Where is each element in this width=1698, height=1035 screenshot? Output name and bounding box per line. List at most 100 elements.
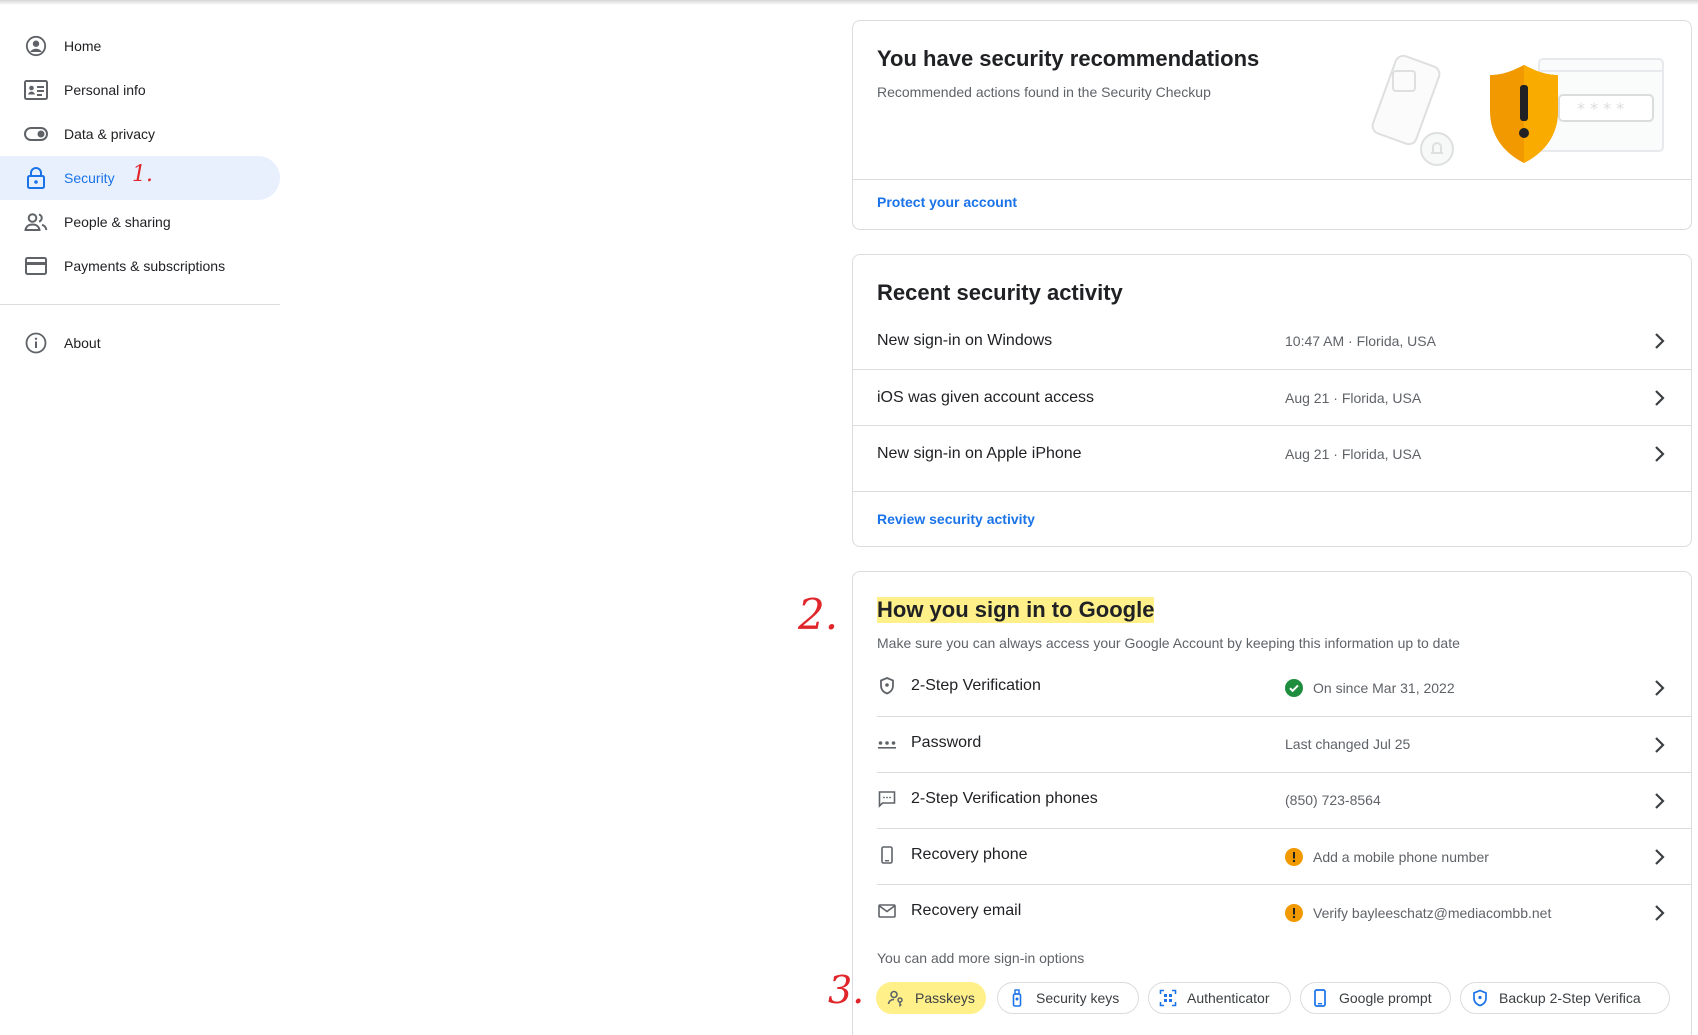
activity-row-value: Aug 21 · Florida, USA (1285, 389, 1422, 406)
recommendations-title: You have security recommendations (877, 46, 1260, 71)
toggle-icon (24, 122, 48, 146)
card-divider (853, 179, 1691, 180)
activity-row-value: 10:47 AM · Florida, USA (1285, 333, 1436, 349)
message-icon (878, 791, 896, 808)
sign-in-methods-card: How you sign in to Google Make sure you … (852, 571, 1692, 1035)
shield-icon (1471, 989, 1489, 1007)
top-border (0, 0, 1698, 5)
card-divider (853, 491, 1691, 492)
mail-icon (878, 904, 896, 918)
chevron-right-icon (1655, 333, 1665, 349)
warning-icon (1285, 904, 1303, 922)
annotation-three: 3. (828, 968, 865, 1012)
signin-row-recovery-email[interactable]: Recovery email Verify bayleeschatz@media… (877, 884, 1691, 940)
protect-account-link[interactable]: Protect your account (877, 194, 1017, 210)
sidebar-item-personal-info[interactable]: Personal info (0, 68, 280, 112)
chip-label: Google prompt (1339, 990, 1432, 1006)
signin-row-label: Recovery phone (911, 846, 1028, 863)
id-card-icon (24, 78, 48, 102)
shield-icon (880, 677, 894, 695)
activity-row-label: iOS was given account access (877, 388, 1094, 406)
sidebar-divider (0, 304, 280, 305)
sidebar-item-label: Personal info (64, 82, 146, 98)
chevron-right-icon (1655, 389, 1665, 406)
check-circle-icon (1285, 679, 1303, 697)
people-icon (24, 210, 48, 234)
account-circle-icon (24, 34, 48, 58)
recommendations-subtitle: Recommended actions found in the Securit… (877, 84, 1211, 100)
chevron-right-icon (1655, 849, 1665, 865)
warning-icon (1285, 848, 1303, 866)
signin-row-label: 2-Step Verification phones (911, 790, 1098, 807)
signin-row-value: (850) 723-8564 (1285, 792, 1381, 808)
signin-row-2sv-phones[interactable]: 2-Step Verification phones (850) 723-856… (877, 772, 1691, 828)
signin-row-value: On since Mar 31, 2022 (1285, 679, 1455, 697)
passkey-icon (887, 989, 905, 1007)
signin-row-value: Last changed Jul 25 (1285, 736, 1411, 752)
chip-passkeys[interactable]: Passkeys (876, 982, 986, 1014)
signin-row-value: Verify bayleeschatz@mediacombb.net (1285, 904, 1551, 922)
svg-text:* * * *: * * * * (1577, 99, 1624, 118)
sidebar-item-label: Payments & subscriptions (64, 258, 226, 274)
chip-label: Backup 2-Step Verifica (1499, 990, 1641, 1006)
recent-activity-card: Recent security activity New sign-in on … (852, 254, 1692, 547)
activity-row[interactable]: New sign-in on Windows 10:47 AM · Florid… (853, 313, 1691, 369)
sidebar-item-label: Home (64, 38, 102, 54)
activity-row[interactable]: iOS was given account access Aug 21 · Fl… (853, 369, 1691, 425)
signin-row-label: Password (911, 734, 982, 751)
sidebar-item-people-sharing[interactable]: People & sharing (0, 200, 280, 244)
signin-title: How you sign in to Google (877, 597, 1155, 623)
chip-label: Authenticator (1187, 990, 1270, 1006)
chevron-right-icon (1655, 793, 1665, 809)
chip-authenticator[interactable]: Authenticator (1148, 982, 1291, 1014)
chip-label: Passkeys (915, 990, 975, 1006)
chevron-right-icon (1655, 905, 1665, 921)
info-icon (24, 331, 48, 355)
security-illustration: * * * * (1363, 51, 1673, 181)
sidebar-item-security[interactable]: Security 1. (0, 156, 280, 200)
signin-row-value: Add a mobile phone number (1285, 848, 1489, 866)
activity-row-value: Aug 21 · Florida, USA (1285, 445, 1422, 462)
signin-row-recovery-phone[interactable]: Recovery phone Add a mobile phone number (877, 828, 1691, 884)
sidebar-item-about[interactable]: About (0, 321, 280, 365)
signin-row-value-text: Verify bayleeschatz@mediacombb.net (1313, 905, 1552, 921)
activity-row-label: New sign-in on Windows (877, 332, 1053, 349)
chip-security-keys[interactable]: Security keys (997, 982, 1139, 1014)
sidebar-item-label: People & sharing (64, 214, 171, 230)
credit-card-icon (24, 254, 48, 278)
activity-row[interactable]: New sign-in on Apple iPhone Aug 21 · Flo… (853, 425, 1691, 481)
chevron-right-icon (1655, 445, 1665, 462)
sidebar-item-home[interactable]: Home (0, 24, 280, 68)
activity-title: Recent security activity (877, 280, 1123, 305)
annotation-one: 1. (132, 162, 153, 187)
sidebar-item-payments[interactable]: Payments & subscriptions (0, 244, 280, 288)
lock-icon (24, 166, 48, 190)
more-options-text: You can add more sign-in options (877, 950, 1085, 966)
sidebar-item-data-privacy[interactable]: Data & privacy (0, 112, 280, 156)
signin-row-value-text: Add a mobile phone number (1313, 849, 1489, 865)
security-recommendations-card: You have security recommendations Recomm… (852, 20, 1692, 230)
signin-subtitle: Make sure you can always access your Goo… (877, 635, 1460, 651)
signin-row-2sv[interactable]: 2-Step Verification On since Mar 31, 202… (877, 660, 1691, 716)
sidebar-item-label: Data & privacy (64, 126, 156, 142)
signin-row-label: Recovery email (911, 902, 1022, 919)
sidebar-nav: Home Personal info Data & privacy Securi… (0, 24, 280, 365)
qr-scan-icon (1159, 989, 1177, 1007)
phone-icon (881, 846, 893, 864)
phone-lock-illustration (1371, 54, 1454, 166)
chevron-right-icon (1655, 680, 1665, 696)
password-dots-icon (878, 741, 896, 749)
sidebar-item-label: Security (64, 170, 115, 186)
signin-row-value-text: On since Mar 31, 2022 (1313, 680, 1455, 696)
signin-row-password[interactable]: Password Last changed Jul 25 (877, 716, 1691, 772)
chip-label: Security keys (1036, 990, 1120, 1006)
security-key-icon (1008, 989, 1026, 1007)
chip-backup-2sv[interactable]: Backup 2-Step Verifica (1460, 982, 1670, 1014)
chevron-right-icon (1655, 737, 1665, 753)
sidebar-item-label: About (64, 335, 101, 351)
signin-row-label: 2-Step Verification (911, 677, 1041, 694)
review-activity-link[interactable]: Review security activity (877, 511, 1035, 527)
annotation-two: 2. (798, 590, 839, 639)
chip-google-prompt[interactable]: Google prompt (1300, 982, 1451, 1014)
activity-row-label: New sign-in on Apple iPhone (877, 444, 1082, 462)
